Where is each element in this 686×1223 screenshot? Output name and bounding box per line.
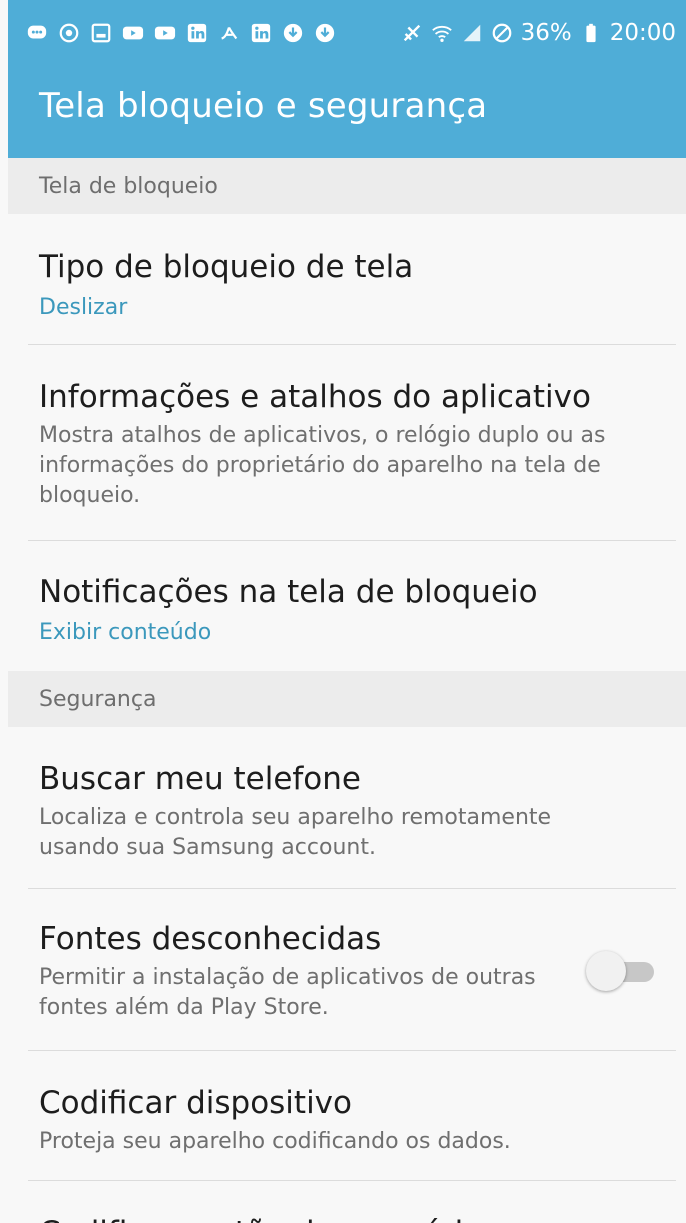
- setting-value: Deslizar: [39, 295, 128, 320]
- setting-description: Localiza e controla seu aparelho remotam…: [39, 805, 552, 860]
- app-bar: 36% 20:00 Tela bloqueio e segurança: [8, 0, 686, 158]
- status-right: 36% 20:00: [401, 20, 676, 46]
- setting-unknown-sources[interactable]: Fontes desconhecidas Permitir a instalaç…: [8, 889, 686, 1051]
- setting-description: Mostra atalhos de aplicativos, o relógio…: [39, 423, 606, 508]
- setting-title: Buscar meu telefone: [39, 761, 361, 797]
- wifi-icon: [431, 22, 453, 44]
- setting-title: Codificar cartão de memória: [39, 1213, 655, 1223]
- blocked-icon: [491, 22, 513, 44]
- gallery-icon: [90, 22, 112, 44]
- download-icon: [314, 22, 336, 44]
- section-header-security: Segurança: [8, 671, 686, 727]
- setting-value: Exibir conteúdo: [39, 620, 212, 645]
- setting-title: Informações e atalhos do aplicativo: [39, 379, 591, 415]
- clock-icon: [58, 22, 80, 44]
- linkedin-icon: [186, 22, 208, 44]
- setting-find-my-phone[interactable]: Buscar meu telefone Localiza e controla …: [8, 727, 686, 889]
- setting-lockscreen-notifications[interactable]: Notificações na tela de bloqueio Exibir …: [8, 541, 686, 671]
- setting-description: Permitir a instalação de aplicativos de …: [39, 965, 536, 1020]
- setting-encrypt-device[interactable]: Codificar dispositivo Proteja seu aparel…: [8, 1051, 686, 1181]
- screen: 36% 20:00 Tela bloqueio e segurança Tela…: [0, 0, 686, 1223]
- setting-title: Notificações na tela de bloqueio: [39, 574, 538, 610]
- section-header-lock-screen: Tela de bloqueio: [8, 158, 686, 214]
- youtube-icon: [122, 22, 144, 44]
- setting-title: Codificar dispositivo: [39, 1085, 352, 1121]
- setting-encrypt-sd-card[interactable]: Codificar cartão de memória: [8, 1181, 686, 1223]
- setting-title: Tipo de bloqueio de tela: [39, 249, 414, 285]
- youtube-icon: [154, 22, 176, 44]
- page-title: Tela bloqueio e segurança: [39, 86, 488, 126]
- app-icon: [218, 22, 240, 44]
- linkedin-icon: [250, 22, 272, 44]
- setting-description: Proteja seu aparelho codificando os dado…: [39, 1129, 511, 1154]
- status-bar: 36% 20:00: [8, 0, 686, 66]
- toggle-knob: [586, 951, 626, 991]
- battery-percent: 36%: [520, 20, 572, 46]
- chat-icon: [26, 22, 48, 44]
- signal-icon: [461, 22, 483, 44]
- setting-app-shortcuts-info[interactable]: Informações e atalhos do aplicativo Most…: [8, 345, 686, 541]
- settings-list: Tela de bloqueio Tipo de bloqueio de tel…: [8, 158, 686, 1223]
- setting-lock-type[interactable]: Tipo de bloqueio de tela Deslizar: [8, 214, 686, 345]
- setting-title: Fontes desconhecidas: [39, 921, 382, 957]
- unknown-sources-toggle[interactable]: [582, 949, 658, 993]
- battery-icon: [580, 22, 602, 44]
- clock-time: 20:00: [609, 20, 676, 46]
- mute-icon: [401, 22, 423, 44]
- download-icon: [282, 22, 304, 44]
